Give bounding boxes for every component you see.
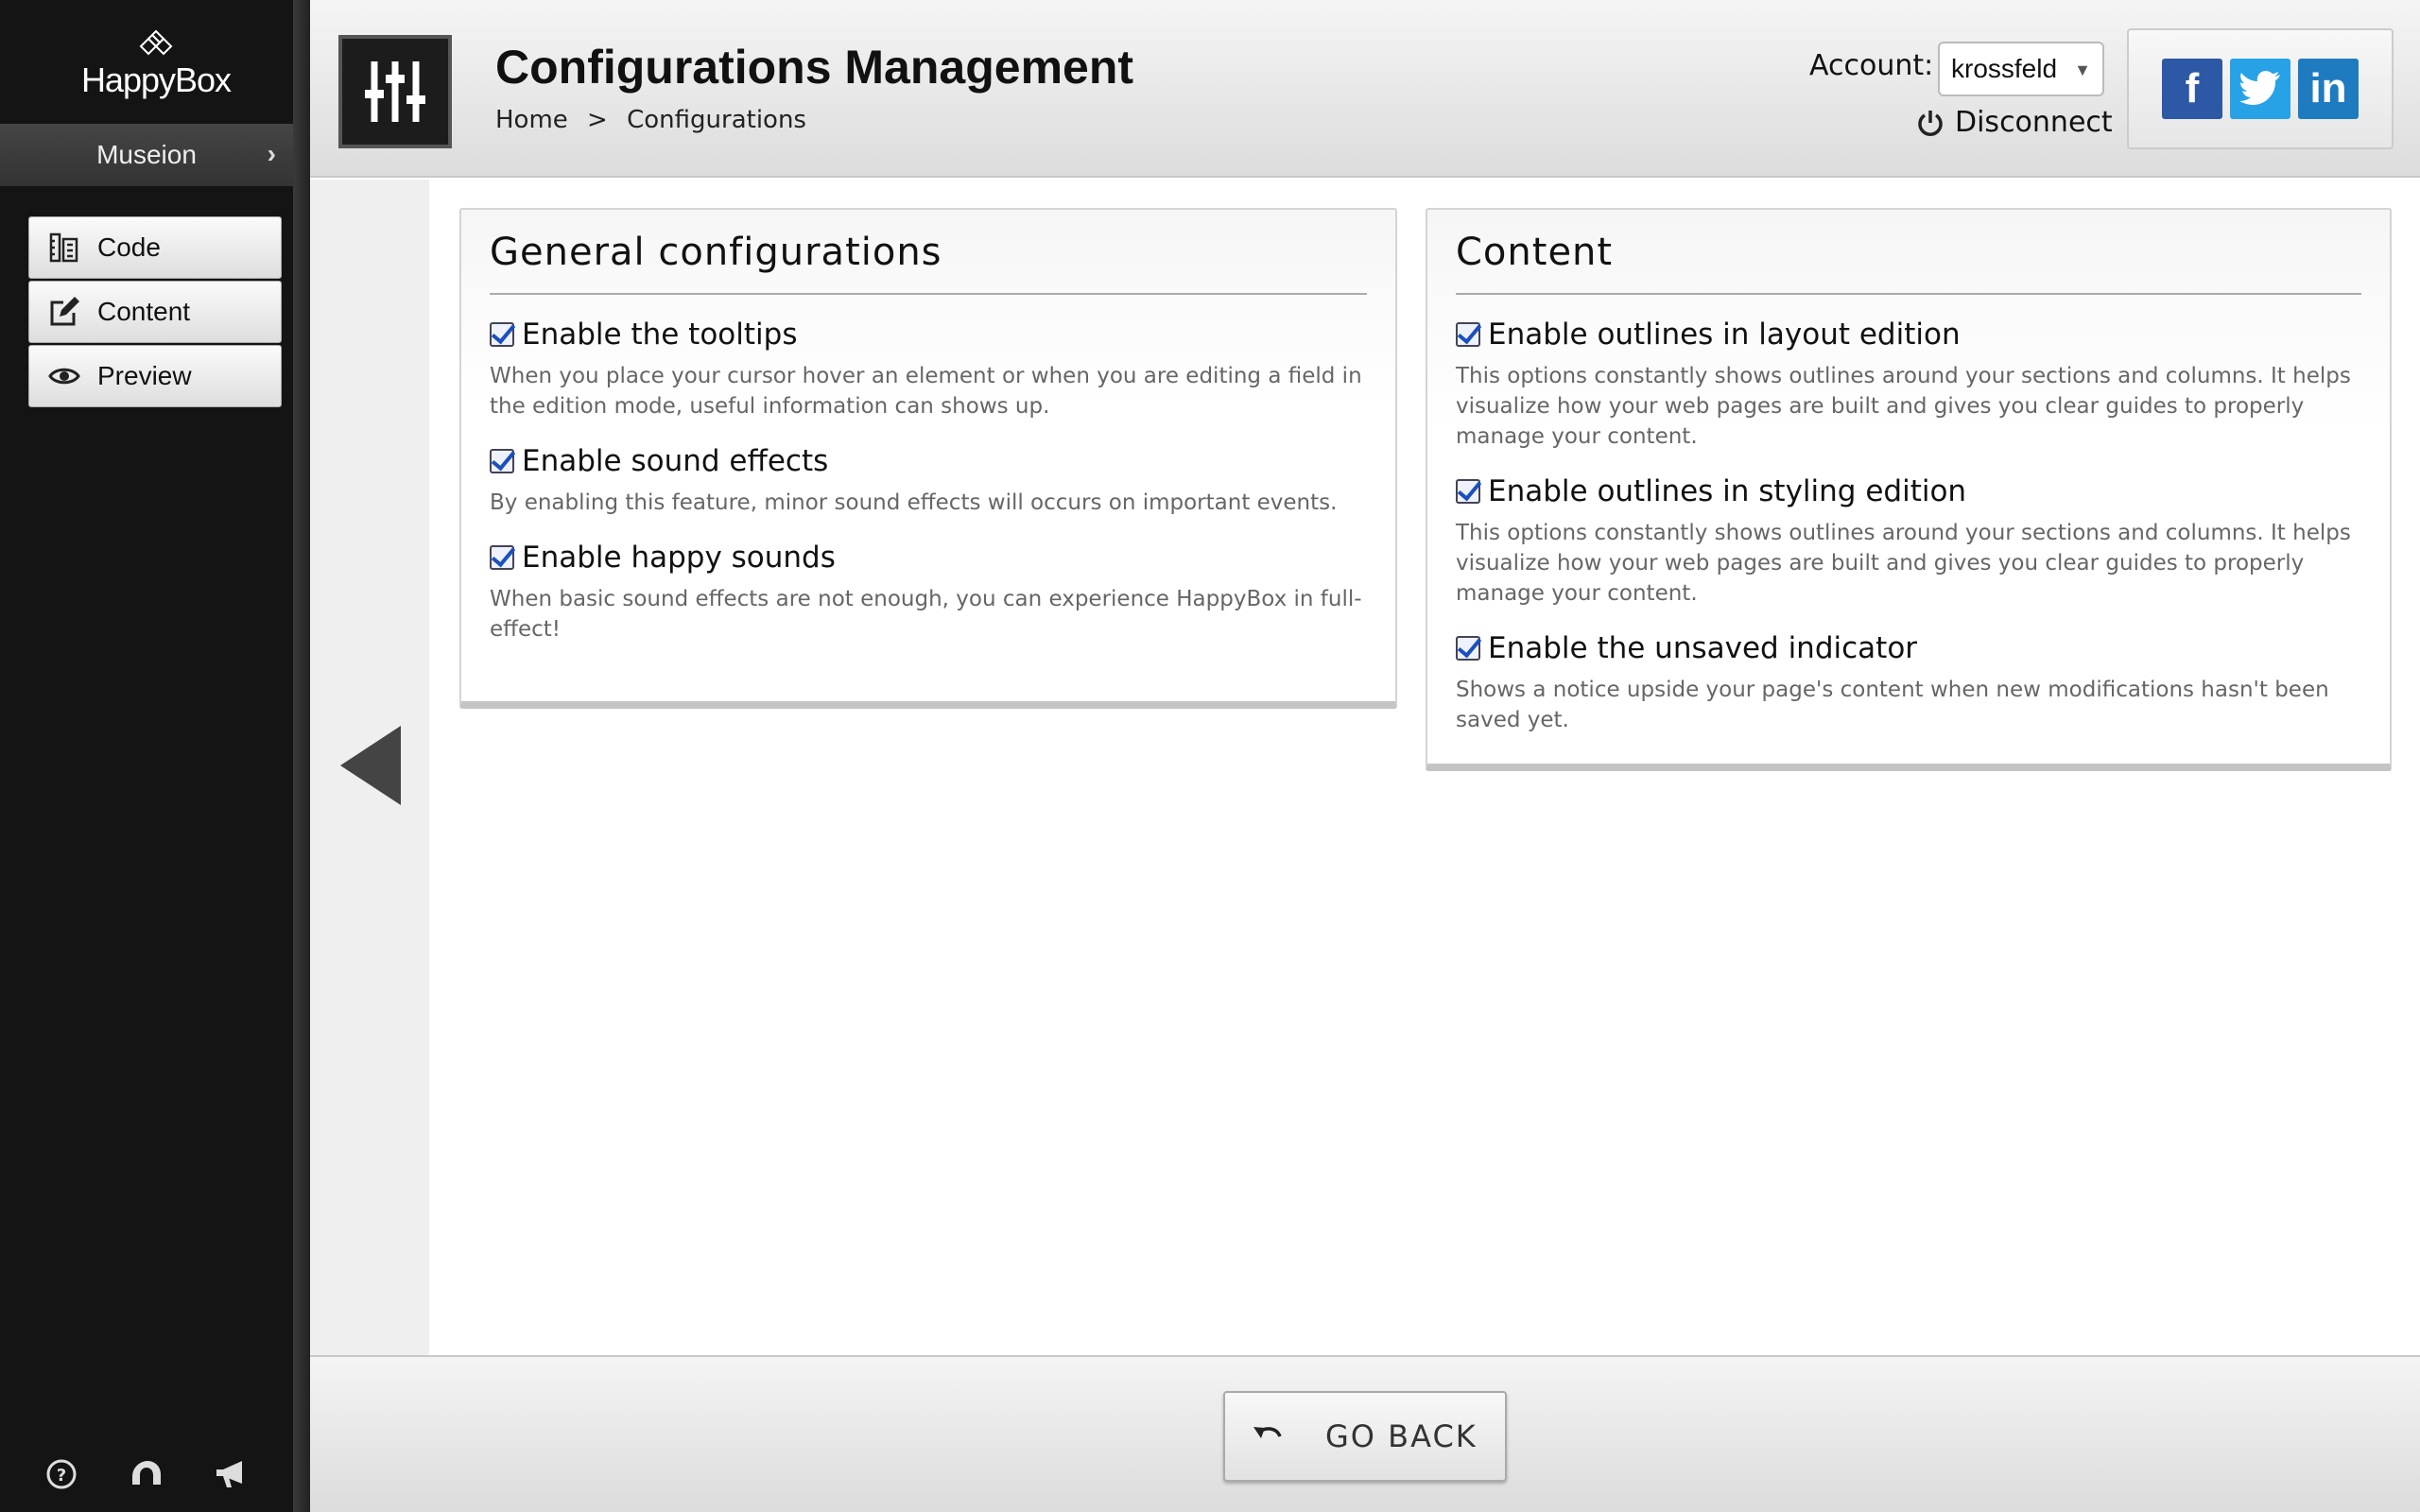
bottom-bar: GO BACK [310, 1355, 2420, 1512]
sidebar-item-code[interactable]: Code [28, 216, 282, 279]
option-outlines-styling: Enable outlines in styling edition This … [1456, 474, 2361, 609]
outlines-styling-checkbox[interactable] [1456, 479, 1480, 504]
breadcrumb: Home > Configurations [495, 106, 818, 134]
code-ruler-icon [46, 230, 82, 266]
option-label[interactable]: Enable the tooltips [522, 318, 797, 352]
content-panel: Content Enable outlines in layout editio… [1426, 208, 2392, 771]
project-selector[interactable]: Museion › [0, 124, 293, 186]
facebook-icon[interactable]: f [2162, 59, 2222, 119]
option-enable-happy-sounds: Enable happy sounds When basic sound eff… [490, 541, 1367, 644]
option-label[interactable]: Enable the unsaved indicator [1488, 631, 1917, 665]
sidebar-footer: ? [0, 1455, 293, 1493]
sidebar-nav: Code Content Preview [28, 216, 282, 409]
option-enable-tooltips: Enable the tooltips When you place your … [490, 318, 1367, 421]
disconnect-label: Disconnect [1955, 106, 2113, 139]
sound-effects-checkbox[interactable] [490, 449, 514, 473]
option-description: This options constantly shows outlines a… [1456, 364, 2351, 449]
breadcrumb-separator: > [587, 106, 608, 134]
unsaved-indicator-checkbox[interactable] [1456, 636, 1480, 661]
go-back-button[interactable]: GO BACK [1223, 1391, 1507, 1482]
account-select[interactable]: krossfeld ▼ [1938, 42, 2104, 96]
happybox-logo-icon [139, 29, 173, 56]
panel-title: General configurations [490, 210, 1367, 295]
header: Configurations Management Home > Configu… [310, 0, 2420, 178]
edit-icon [46, 294, 82, 330]
option-outlines-layout: Enable outlines in layout edition This o… [1456, 318, 2361, 452]
social-links: f in [2127, 28, 2394, 149]
option-unsaved-indicator: Enable the unsaved indicator Shows a not… [1456, 631, 2361, 735]
eye-icon [46, 358, 82, 394]
svg-text:?: ? [57, 1466, 66, 1486]
option-description: When basic sound effects are not enough,… [490, 587, 1362, 642]
project-name: Museion [96, 140, 197, 169]
dropdown-caret-icon: ▼ [2074, 60, 2091, 79]
page-title: Configurations Management [495, 41, 1134, 94]
sidebar-item-label: Content [97, 297, 191, 326]
option-label[interactable]: Enable outlines in layout edition [1488, 318, 1961, 352]
back-arrow-icon[interactable] [340, 726, 401, 805]
breadcrumb-home[interactable]: Home [495, 106, 568, 134]
logo-text: HappyBox [80, 60, 232, 99]
main-content: General configurations Enable the toolti… [429, 180, 2420, 1355]
sidebar-edge [293, 0, 310, 1512]
disconnect-link[interactable]: Disconnect [1915, 106, 2113, 139]
outlines-layout-checkbox[interactable] [1456, 322, 1480, 347]
help-icon[interactable]: ? [43, 1455, 80, 1493]
option-label[interactable]: Enable sound effects [522, 444, 828, 478]
undo-icon [1253, 1427, 1282, 1438]
panel-title: Content [1456, 210, 2361, 295]
happybox-logo[interactable]: HappyBox [0, 28, 312, 100]
announcement-icon[interactable] [213, 1455, 251, 1493]
sidebar-item-content[interactable]: Content [28, 281, 282, 343]
option-label[interactable]: Enable happy sounds [522, 541, 836, 575]
support-icon[interactable] [128, 1455, 165, 1493]
sidebar-item-preview[interactable]: Preview [28, 345, 282, 407]
general-configurations-panel: General configurations Enable the toolti… [459, 208, 1397, 709]
sliders-icon [338, 35, 452, 148]
sidebar-item-label: Code [97, 232, 161, 262]
sidebar: HappyBox Museion › Code Content Preview … [0, 0, 293, 1512]
sidebar-item-label: Preview [97, 361, 192, 390]
power-icon [1918, 110, 1943, 136]
account-value: krossfeld [1951, 54, 2058, 83]
twitter-icon[interactable] [2230, 59, 2290, 119]
go-back-label: GO BACK [1325, 1418, 1478, 1454]
account-label: Account: [1809, 49, 1934, 82]
option-description: Shows a notice upside your page's conten… [1456, 678, 2329, 732]
option-description: By enabling this feature, minor sound ef… [490, 490, 1338, 515]
tooltips-checkbox[interactable] [490, 322, 514, 347]
linkedin-icon[interactable]: in [2298, 59, 2359, 119]
chevron-right-icon: › [267, 139, 276, 168]
option-label[interactable]: Enable outlines in styling edition [1488, 474, 1966, 508]
option-description: When you place your cursor hover an elem… [490, 364, 1362, 419]
option-enable-sound-effects: Enable sound effects By enabling this fe… [490, 444, 1367, 518]
happy-sounds-checkbox[interactable] [490, 545, 514, 570]
breadcrumb-current: Configurations [627, 106, 806, 134]
option-description: This options constantly shows outlines a… [1456, 521, 2351, 606]
